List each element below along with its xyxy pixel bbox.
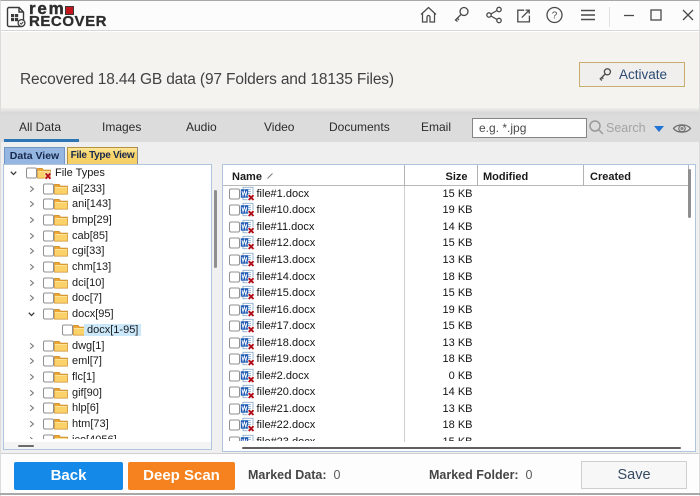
svg-text:?: ? bbox=[552, 10, 558, 21]
